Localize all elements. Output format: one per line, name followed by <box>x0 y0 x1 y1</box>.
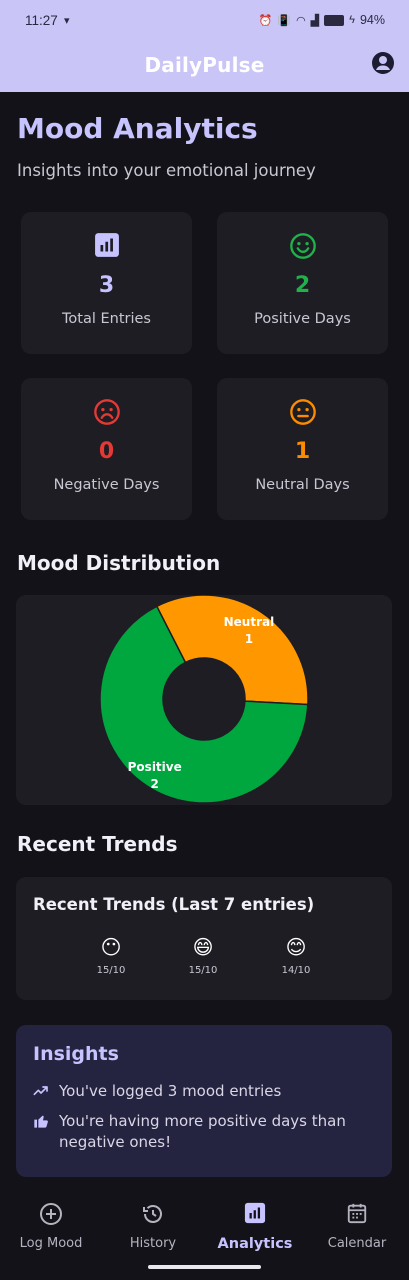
status-icons: ⏰ 📳 ◠ ▟ ϟ 94% <box>259 13 385 27</box>
calendar-icon <box>347 1203 367 1224</box>
nav-log-mood[interactable]: Log Mood <box>6 1202 96 1251</box>
analytics-icon <box>244 1202 266 1224</box>
stat-label: Neutral Days <box>255 477 350 493</box>
happy-face-icon <box>217 232 388 260</box>
insight-text: You're having more positive days than ne… <box>59 1112 346 1151</box>
recent-trends-card: Recent Trends (Last 7 entries) 😶 15/10 😄… <box>16 877 392 1000</box>
stat-value: 1 <box>294 439 311 464</box>
home-indicator[interactable] <box>148 1265 261 1269</box>
insight-item: You've logged 3 mood entries <box>33 1081 376 1102</box>
app-bar: DailyPulse <box>0 42 409 92</box>
neutral-face-icon <box>217 398 388 426</box>
nav-history[interactable]: History <box>108 1202 198 1251</box>
recent-trends-title: Recent Trends (Last 7 entries) <box>33 895 315 914</box>
nav-label: History <box>129 1236 177 1251</box>
stat-card-neutral-days: 1 Neutral Days <box>217 378 388 520</box>
battery-icon <box>324 14 345 26</box>
pie-label: Positive <box>128 760 182 774</box>
pie-value: 1 <box>245 632 253 646</box>
add-circle-icon <box>40 1203 62 1225</box>
trend-date: 14/10 <box>281 965 311 976</box>
stat-card-total-entries: 3 Total Entries <box>21 212 192 354</box>
thumbs-up-icon <box>34 1115 48 1128</box>
trend-entry: 😄 15/10 <box>178 935 228 976</box>
insights-title: Insights <box>33 1043 119 1065</box>
pie-label: Neutral <box>224 615 275 629</box>
trend-emoji: 😊 <box>285 935 307 959</box>
trend-entry: 😊 14/10 <box>271 935 321 976</box>
pie-chart: Neutral 1 Positive 2 <box>99 594 309 804</box>
page-subtitle: Insights into your emotional journey <box>17 161 316 180</box>
status-time: 11:27 <box>25 13 58 28</box>
shield-icon: ▾ <box>64 14 70 27</box>
pie-value: 2 <box>151 777 159 791</box>
mood-distribution-chart: Neutral 1 Positive 2 <box>16 594 392 805</box>
mood-distribution-heading: Mood Distribution <box>17 551 221 575</box>
trend-emoji: 😄 <box>192 935 214 959</box>
status-bar: 11:27 ▾ ⏰ 📳 ◠ ▟ ϟ 94% <box>0 0 409 42</box>
nav-label: Analytics <box>217 1236 293 1252</box>
wifi-icon: ◠ <box>296 14 306 27</box>
signal-icon: ▟ <box>310 14 320 27</box>
alarm-icon: ⏰ <box>258 14 273 27</box>
chart-icon <box>21 232 192 260</box>
insight-text: You've logged 3 mood entries <box>59 1082 282 1100</box>
history-icon <box>143 1205 162 1223</box>
stat-card-negative-days: 0 Negative Days <box>21 378 192 520</box>
trend-entry: 😶 15/10 <box>86 935 136 976</box>
nav-calendar[interactable]: Calendar <box>312 1202 402 1251</box>
stat-card-positive-days: 2 Positive Days <box>217 212 388 354</box>
nav-label: Calendar <box>327 1236 387 1251</box>
insights-card: Insights You've logged 3 mood entries Yo… <box>16 1025 392 1177</box>
sad-face-icon <box>21 398 192 426</box>
charging-icon: ϟ <box>349 14 355 26</box>
recent-trends-heading: Recent Trends <box>17 832 178 856</box>
nav-label: Log Mood <box>19 1236 83 1251</box>
trend-date: 15/10 <box>188 965 218 976</box>
account-icon[interactable] <box>371 51 395 75</box>
trending-up-icon <box>33 1086 48 1096</box>
trend-emoji: 😶 <box>100 935 122 959</box>
app-title: DailyPulse <box>144 53 265 77</box>
trend-date: 15/10 <box>96 965 126 976</box>
vibrate-icon: 📳 <box>277 14 292 27</box>
stat-label: Negative Days <box>53 477 160 493</box>
stat-value: 2 <box>294 273 311 298</box>
insight-item: You're having more positive days than ne… <box>33 1111 376 1153</box>
page-title: Mood Analytics <box>17 112 258 145</box>
battery-percent: 94% <box>359 13 385 27</box>
stat-label: Total Entries <box>62 311 151 327</box>
stat-value: 0 <box>98 439 115 464</box>
stat-label: Positive Days <box>254 311 351 327</box>
stat-value: 3 <box>98 273 115 298</box>
nav-analytics[interactable]: Analytics <box>210 1202 300 1252</box>
